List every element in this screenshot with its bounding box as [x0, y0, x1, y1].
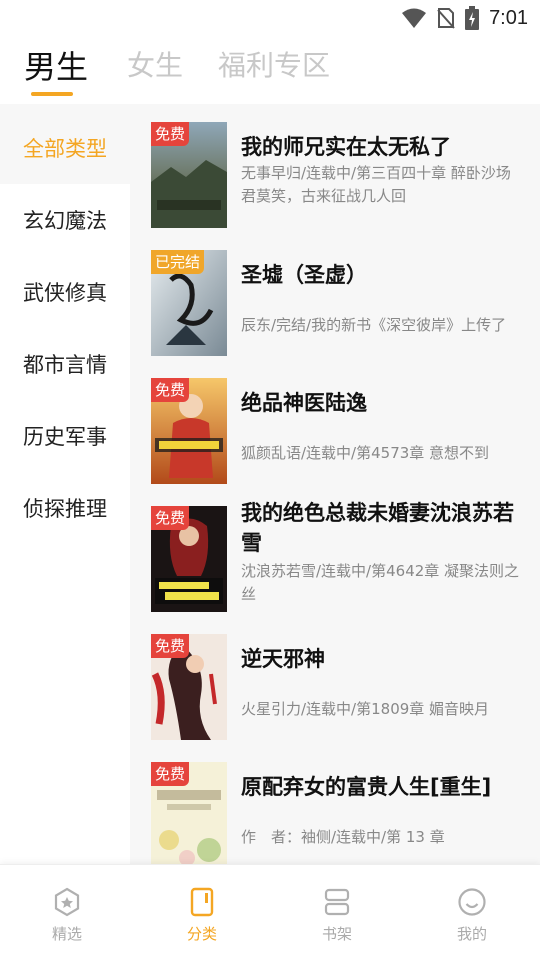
star-hexagon-icon [54, 887, 80, 917]
free-badge: 免费 [151, 634, 190, 658]
book-item[interactable]: 免费 我的师兄实在太无私了 无事早归/连载中/第三百四十章 醉卧沙场君莫笑，古来… [130, 104, 540, 232]
sidebar-filler [0, 544, 130, 864]
book-desc: 作 者：袖侧/连载中/第 13 章 [241, 828, 445, 846]
sidebar-item-all[interactable]: 全部类型 [0, 112, 130, 184]
nav-category[interactable]: 分类 [162, 887, 242, 944]
nav-label: 书架 [321, 925, 352, 943]
completed-badge: 已完结 [151, 250, 205, 274]
status-time: 7:01 [489, 6, 528, 29]
book-cover: 免费 [151, 762, 227, 864]
battery-charging-icon [465, 6, 480, 30]
book-cover: 免费 [151, 506, 227, 612]
nav-label: 精选 [51, 925, 82, 943]
book-title: 圣墟（圣虚） [241, 263, 367, 287]
category-sidebar: 全部类型 玄幻魔法 武侠修真 都市言情 历史军事 侦探推理 [0, 104, 130, 864]
top-tab-bar: 男生 女生 福利专区 [0, 44, 540, 104]
nav-featured[interactable]: 精选 [27, 887, 107, 944]
book-desc: 无事早归/连载中/第三百四十章 醉卧沙场君莫笑，古来征战几人回 [241, 164, 511, 205]
tab-welfare[interactable]: 福利专区 [218, 44, 330, 84]
book-cover: 已完结 [151, 250, 227, 356]
sidebar-item-wuxia[interactable]: 武侠修真 [0, 256, 130, 328]
book-title: 绝品神医陆逸 [241, 391, 367, 415]
book-item[interactable]: 免费 我的绝色总裁未婚妻沈浪苏若雪 沈浪苏若雪/连载中/第4642章 凝聚法则之… [130, 488, 540, 616]
book-cover: 免费 [151, 634, 227, 740]
sidebar-item-detective[interactable]: 侦探推理 [0, 472, 130, 544]
book-cover: 免费 [151, 122, 227, 228]
book-item[interactable]: 免费 绝品神医陆逸 狐颜乱语/连载中/第4573章 意想不到 [130, 360, 540, 488]
book-desc: 火星引力/连载中/第1809章 媚音映月 [241, 700, 490, 718]
book-title: 逆天邪神 [241, 647, 325, 671]
book-list: 免费 我的师兄实在太无私了 无事早归/连载中/第三百四十章 醉卧沙场君莫笑，古来… [130, 104, 540, 864]
book-title: 我的师兄实在太无私了 [241, 135, 451, 159]
book-item[interactable]: 免费 逆天邪神 火星引力/连载中/第1809章 媚音映月 [130, 616, 540, 744]
book-icon [190, 887, 214, 917]
book-item[interactable]: 免费 原配弃女的富贵人生[重生] 作 者：袖侧/连载中/第 13 章 [130, 744, 540, 864]
free-badge: 免费 [151, 122, 190, 146]
book-cover: 免费 [151, 378, 227, 484]
free-badge: 免费 [151, 506, 190, 530]
book-item[interactable]: 已完结 圣墟（圣虚） 辰东/完结/我的新书《深空彼岸》上传了 [130, 232, 540, 360]
book-desc: 沈浪苏若雪/连载中/第4642章 凝聚法则之丝 [241, 562, 520, 603]
sidebar-item-urban[interactable]: 都市言情 [0, 328, 130, 400]
sidebar-item-fantasy[interactable]: 玄幻魔法 [0, 184, 130, 256]
active-tab-indicator [31, 92, 73, 96]
wifi-icon [402, 8, 427, 28]
free-badge: 免费 [151, 762, 190, 786]
shelf-icon [324, 888, 350, 916]
smile-icon [458, 888, 486, 916]
book-title: 我的绝色总裁未婚妻沈浪苏若雪 [241, 501, 514, 555]
tab-male[interactable]: 男生 [24, 42, 88, 88]
status-bar: 7:01 [0, 0, 540, 36]
nav-label: 我的 [456, 925, 487, 943]
tab-female[interactable]: 女生 [127, 44, 183, 84]
book-title: 原配弃女的富贵人生[重生] [241, 775, 492, 799]
nav-bookshelf[interactable]: 书架 [297, 887, 377, 944]
no-sim-icon [437, 8, 455, 29]
nav-profile[interactable]: 我的 [432, 887, 512, 944]
free-badge: 免费 [151, 378, 190, 402]
bottom-nav: 精选 分类 书架 我的 [0, 864, 540, 960]
book-desc: 辰东/完结/我的新书《深空彼岸》上传了 [241, 316, 507, 334]
nav-label: 分类 [186, 925, 217, 943]
book-desc: 狐颜乱语/连载中/第4573章 意想不到 [241, 444, 490, 462]
sidebar-item-history[interactable]: 历史军事 [0, 400, 130, 472]
